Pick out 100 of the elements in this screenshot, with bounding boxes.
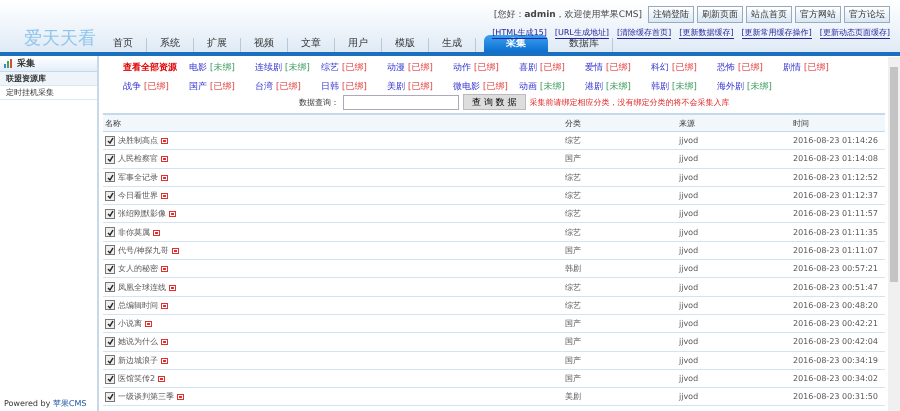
scrollbar[interactable] bbox=[888, 57, 900, 411]
category-link[interactable]: 动作 [已绑] bbox=[453, 61, 519, 74]
sidebar-item[interactable]: 联盟资源库 bbox=[0, 72, 97, 86]
category-link[interactable]: 爱情 [已绑] bbox=[585, 61, 651, 74]
category-link[interactable]: 微电影 [已绑] bbox=[453, 80, 519, 93]
view-icon[interactable] bbox=[158, 375, 166, 382]
checkbox[interactable] bbox=[105, 172, 115, 182]
resource-name[interactable]: 医馆笑传2 bbox=[118, 373, 156, 384]
resource-name[interactable]: 军事全记录 bbox=[118, 172, 158, 183]
checkbox[interactable] bbox=[105, 318, 115, 329]
category-link[interactable]: 美剧 [已绑] bbox=[387, 80, 453, 93]
checkbox[interactable] bbox=[105, 282, 115, 292]
category-link[interactable]: 综艺 [已绑] bbox=[321, 61, 387, 74]
view-icon[interactable] bbox=[177, 393, 184, 400]
view-icon[interactable] bbox=[161, 192, 168, 200]
view-icon[interactable] bbox=[161, 338, 168, 346]
category-link[interactable]: 海外剧 [未绑] bbox=[717, 80, 783, 93]
category-cell: 综艺 bbox=[563, 222, 677, 242]
nav-tab[interactable]: 用户 bbox=[335, 38, 382, 52]
category-link[interactable]: 科幻 [已绑] bbox=[651, 61, 717, 74]
header-button[interactable]: 官方网站 bbox=[795, 6, 841, 23]
checkbox[interactable] bbox=[105, 392, 115, 402]
resource-name[interactable]: 总编辑时间 bbox=[118, 300, 158, 311]
category-link[interactable]: 电影 [未绑] bbox=[189, 61, 255, 74]
nav-tab[interactable]: 生成 bbox=[429, 38, 476, 52]
category-link[interactable]: 战争 [已绑] bbox=[123, 80, 189, 93]
view-icon[interactable] bbox=[172, 246, 179, 254]
view-icon[interactable] bbox=[161, 265, 168, 272]
resource-name[interactable]: 决胜制高点 bbox=[118, 135, 158, 146]
category-cell: 综艺 bbox=[563, 168, 677, 186]
checkbox[interactable] bbox=[105, 227, 115, 238]
header-button[interactable]: 站点首页 bbox=[746, 6, 792, 23]
quick-link[interactable]: [URL生成地址] bbox=[554, 27, 609, 39]
nav-tab[interactable]: 视频 bbox=[241, 38, 288, 52]
resource-name[interactable]: 一级谈判第三季 bbox=[118, 391, 174, 402]
nav-tab[interactable]: 系统 bbox=[147, 38, 194, 52]
resource-name[interactable]: 凤凰全球连线 bbox=[118, 282, 166, 293]
category-link[interactable]: 喜剧 [已绑] bbox=[519, 61, 585, 74]
category-cell: 美剧 bbox=[563, 388, 677, 406]
quick-link[interactable]: [更新常用缓存操作] bbox=[742, 27, 812, 39]
header-button[interactable]: 注销登陆 bbox=[648, 6, 694, 23]
resource-name[interactable]: 代号/神探九哥 bbox=[118, 244, 169, 256]
quick-link[interactable]: [更新动态页面缓存] bbox=[820, 27, 890, 39]
view-icon[interactable] bbox=[169, 284, 176, 291]
category-link[interactable]: 韩剧 [未绑] bbox=[651, 80, 717, 93]
checkbox[interactable] bbox=[105, 154, 115, 164]
view-icon[interactable] bbox=[153, 228, 160, 236]
resource-name[interactable]: 人民检察官 bbox=[118, 153, 158, 164]
view-icon[interactable] bbox=[145, 320, 152, 328]
view-icon[interactable] bbox=[169, 210, 176, 218]
quick-link[interactable]: [清除缓存首页] bbox=[617, 27, 672, 39]
search-button[interactable]: 查 询 数 据 bbox=[463, 94, 526, 110]
nav-tab[interactable]: 模版 bbox=[382, 38, 429, 52]
category-cell: 综艺 bbox=[563, 186, 677, 205]
resource-name[interactable]: 非你莫属 bbox=[118, 226, 150, 238]
checkbox[interactable] bbox=[105, 264, 115, 274]
view-icon[interactable] bbox=[161, 155, 168, 162]
checkbox[interactable] bbox=[105, 245, 115, 256]
category-link[interactable]: 日韩 [已绑] bbox=[321, 80, 387, 93]
category-cell: 国产 bbox=[563, 332, 677, 352]
checkbox[interactable] bbox=[105, 136, 115, 146]
resource-name[interactable]: 她说为什么 bbox=[118, 336, 158, 348]
category-link[interactable]: 动漫 [已绑] bbox=[387, 61, 453, 74]
time-cell: 2016-08-23 00:34:02 bbox=[791, 369, 885, 388]
resource-name[interactable]: 今日看世界 bbox=[118, 190, 158, 202]
view-icon[interactable] bbox=[161, 174, 168, 181]
quick-link[interactable]: [更新数据缓存] bbox=[679, 27, 734, 39]
view-all-link[interactable]: 查看全部资源 bbox=[123, 61, 189, 74]
checkbox[interactable] bbox=[105, 190, 115, 201]
category-link[interactable]: 台湾 [已绑] bbox=[255, 80, 321, 93]
nav-tab[interactable]: 文章 bbox=[288, 38, 335, 52]
checkbox[interactable] bbox=[105, 300, 115, 310]
cms-link[interactable]: 苹果CMS bbox=[52, 399, 86, 408]
category-cell: 综艺 bbox=[563, 296, 677, 314]
checkbox[interactable] bbox=[105, 336, 115, 347]
view-icon[interactable] bbox=[161, 356, 168, 364]
category-link[interactable]: 连续剧 [未绑] bbox=[255, 61, 321, 74]
resource-name[interactable]: 新边城浪子 bbox=[118, 354, 158, 366]
checkbox[interactable] bbox=[105, 374, 115, 384]
view-icon[interactable] bbox=[161, 137, 168, 144]
quick-link[interactable]: [HTML生成15] bbox=[492, 27, 547, 39]
header-button[interactable]: 官方论坛 bbox=[844, 6, 890, 23]
nav-tab[interactable]: 扩展 bbox=[194, 38, 241, 52]
header-button[interactable]: 刷新页面 bbox=[697, 6, 743, 23]
category-link[interactable]: 剧情 [已绑] bbox=[783, 61, 849, 74]
category-link[interactable]: 动画 [未绑] bbox=[519, 80, 585, 93]
search-field[interactable] bbox=[343, 94, 459, 110]
category-cell: 国产 bbox=[563, 369, 677, 388]
category-link[interactable]: 恐怖 [已绑] bbox=[717, 61, 783, 74]
nav-tab[interactable]: 首页 bbox=[100, 38, 147, 52]
resource-name[interactable]: 张绍刚默影像 bbox=[118, 208, 166, 220]
category-link[interactable]: 港剧 [未绑] bbox=[585, 80, 651, 93]
source-cell: jjvod bbox=[677, 351, 791, 370]
view-icon[interactable] bbox=[161, 302, 168, 309]
resource-name[interactable]: 女人的秘密 bbox=[118, 263, 158, 274]
checkbox[interactable] bbox=[105, 208, 115, 219]
sidebar-item[interactable]: 定时挂机采集 bbox=[0, 86, 97, 100]
category-link[interactable]: 国产 [已绑] bbox=[189, 80, 255, 93]
resource-name[interactable]: 小说离 bbox=[118, 318, 142, 330]
checkbox[interactable] bbox=[105, 355, 115, 366]
